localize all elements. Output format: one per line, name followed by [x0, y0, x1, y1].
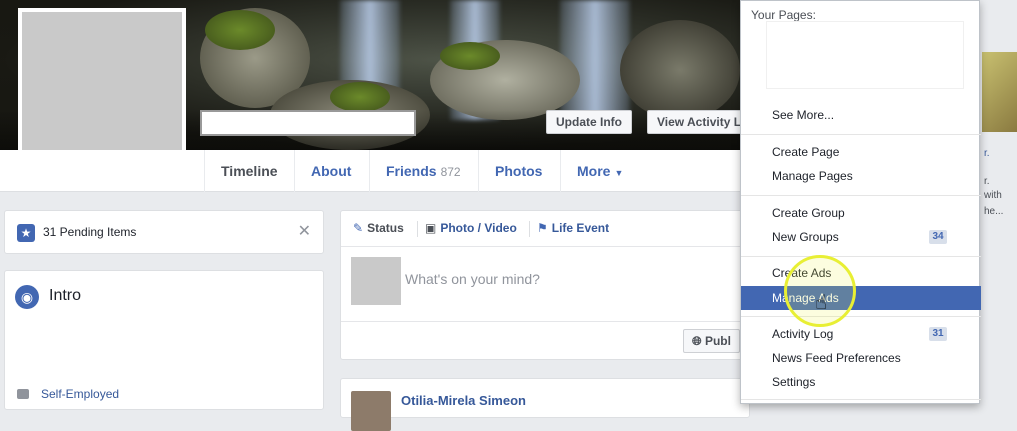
life-event-label: Life Event [551, 221, 610, 235]
sidebar-text: with [984, 190, 1002, 201]
count-badge: 31 [929, 327, 947, 341]
life-event-tab[interactable]: ⚑ Life Event [537, 221, 609, 235]
status-tab[interactable]: ✎ Status [353, 221, 404, 235]
briefcase-icon [17, 389, 29, 399]
tab-about[interactable]: About [294, 150, 367, 192]
feed-post: Otilia-Mirela Simeon [340, 378, 750, 431]
camera-icon: ▣ [425, 221, 437, 235]
sidebar-text: he... [984, 206, 1004, 217]
menu-item-label: Manage Pages [772, 169, 853, 183]
sidebar-text[interactable]: r. [984, 148, 990, 159]
menu-item-news-feed-preferences[interactable]: News Feed Preferences [741, 346, 981, 370]
tab-label: About [311, 163, 352, 179]
tab-label: More [577, 163, 611, 179]
menu-item-activity-log[interactable]: Activity Log 31 [741, 322, 981, 346]
menu-item-new-groups[interactable]: New Groups 34 [741, 225, 981, 249]
avatar [351, 257, 401, 305]
account-settings-dropdown: Your Pages: See More... Create Page Mana… [740, 0, 981, 404]
status-label: Status [367, 221, 404, 235]
pencil-icon: ✎ [353, 221, 364, 235]
tab-more[interactable]: More ▼ [560, 150, 639, 192]
audience-label: Publ [704, 334, 731, 348]
your-pages-list [766, 21, 964, 89]
photo-video-tab[interactable]: ▣ Photo / Video [425, 221, 517, 235]
menu-item-create-page[interactable]: Create Page [741, 140, 981, 164]
tab-label: Friends [386, 163, 437, 179]
intro-title: Intro [49, 287, 82, 304]
menu-item-label: Create Group [772, 206, 845, 220]
composer-input[interactable]: What's on your mind? [405, 271, 540, 287]
profile-tab-bar: Timeline About Friends 872 Photos More ▼ [0, 150, 740, 192]
menu-item-label: Settings [772, 375, 816, 389]
menu-item-label: New Groups [772, 230, 839, 244]
tab-timeline[interactable]: Timeline [204, 150, 294, 192]
menu-item-label: News Feed Preferences [772, 351, 901, 365]
tab-friends[interactable]: Friends 872 [369, 150, 477, 192]
menu-item-create-group[interactable]: Create Group [741, 201, 981, 225]
intro-card: ◉ Intro Self-Employed [4, 270, 324, 410]
work-link[interactable]: Self-Employed [41, 387, 119, 401]
pending-items-label: 31 Pending Items [43, 225, 137, 239]
hand-cursor-icon: ☝ [815, 292, 828, 314]
globe-icon: ◉ [15, 285, 39, 309]
tab-label: Photos [495, 163, 543, 179]
post-author-link[interactable]: Otilia-Mirela Simeon [401, 393, 526, 408]
globe-icon: 🌐︎ [692, 334, 705, 348]
caret-down-icon: ▼ [614, 168, 624, 178]
menu-item-label: See More... [772, 108, 835, 122]
tab-label: Timeline [221, 163, 278, 179]
menu-item-manage-ads[interactable]: Manage Ads [741, 286, 981, 310]
view-activity-log-button[interactable]: View Activity L [647, 110, 742, 134]
pending-items-card[interactable]: ★ 31 Pending Items ✕ [4, 210, 324, 254]
menu-item-manage-pages[interactable]: Manage Pages [741, 164, 981, 188]
your-pages-heading: Your Pages: [751, 8, 816, 22]
flag-icon: ⚑ [537, 221, 548, 235]
menu-item-see-more[interactable]: See More... [741, 103, 981, 127]
menu-item-settings[interactable]: Settings [741, 370, 981, 394]
profile-name-redacted [200, 110, 416, 136]
photo-video-label: Photo / Video [440, 221, 517, 235]
sidebar-text: r. [984, 176, 990, 187]
close-icon[interactable]: ✕ [298, 221, 311, 241]
sidebar-thumbnail[interactable] [982, 52, 1017, 132]
friends-count: 872 [440, 165, 461, 179]
composer-tabs: ✎ Status ▣ Photo / Video ⚑ Life Event [341, 211, 749, 247]
post-composer: ✎ Status ▣ Photo / Video ⚑ Life Event What'… [340, 210, 750, 360]
menu-item-create-ads[interactable]: Create Ads [741, 261, 981, 285]
star-icon: ★ [17, 224, 35, 242]
menu-item-label: Create Page [772, 145, 840, 159]
count-badge: 34 [929, 230, 947, 244]
avatar[interactable] [351, 391, 391, 431]
tab-photos[interactable]: Photos [478, 150, 558, 192]
audience-selector[interactable]: 🌐︎ Publ [683, 329, 740, 353]
menu-item-label: Activity Log [772, 327, 834, 341]
update-info-button[interactable]: Update Info [546, 110, 632, 134]
